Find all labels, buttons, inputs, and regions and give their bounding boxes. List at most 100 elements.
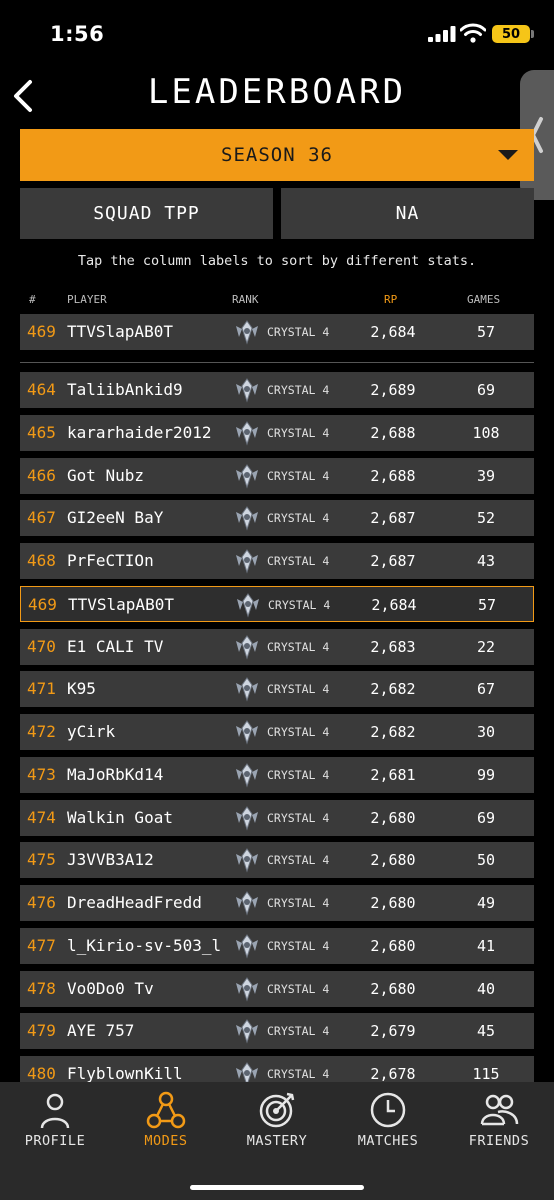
row-rank: CRYSTAL 4 (267, 896, 330, 910)
row-rank: CRYSTAL 4 (267, 768, 330, 782)
row-player-name: K95 (67, 679, 96, 698)
row-rank: CRYSTAL 4 (267, 554, 330, 568)
row-player-name: l_Kirio-sv-503_l (67, 936, 222, 955)
home-indicator (190, 1185, 364, 1190)
row-player-name: FlyblownKill (67, 1064, 183, 1083)
tab-friends[interactable]: FRIENDS (444, 1082, 554, 1162)
tab-mastery[interactable]: MASTERY (222, 1082, 332, 1162)
leaderboard-row[interactable]: 470 E1 CALI TV CRYSTAL 4 2,683 22 (20, 629, 534, 665)
row-rank: CRYSTAL 4 (267, 682, 330, 696)
row-games: 57 (476, 323, 496, 341)
leaderboard-row[interactable]: 477 l_Kirio-sv-503_l CRYSTAL 4 2,680 41 (20, 928, 534, 964)
leaderboard-row[interactable]: 466 Got Nubz CRYSTAL 4 2,688 39 (20, 458, 534, 494)
season-dropdown[interactable]: SEASON 36 (20, 129, 534, 181)
row-rp: 2,678 (370, 1065, 416, 1083)
row-number: 465 (27, 423, 56, 442)
row-rank: CRYSTAL 4 (267, 982, 330, 996)
crystal-rank-icon (236, 934, 258, 959)
crystal-rank-icon (236, 977, 258, 1002)
leaderboard-row[interactable]: 475 J3VVB3A12 CRYSTAL 4 2,680 50 (20, 842, 534, 878)
tab-label: MATCHES (357, 1133, 419, 1149)
row-rank: CRYSTAL 4 (267, 811, 330, 825)
leaderboard-row[interactable]: 471 K95 CRYSTAL 4 2,682 67 (20, 671, 534, 707)
column-header-games[interactable]: GAMES (467, 293, 500, 306)
battery-icon: 50 (492, 25, 530, 43)
row-games: 40 (476, 980, 496, 998)
row-rank: CRYSTAL 4 (267, 725, 330, 739)
status-bar: 1:56 50 (0, 0, 554, 70)
row-games: 30 (476, 723, 496, 741)
tab-profile[interactable]: PROFILE (0, 1082, 110, 1162)
tab-matches[interactable]: MATCHES (333, 1082, 443, 1162)
leaderboard-row[interactable]: 469 TTVSlapAB0T CRYSTAL 4 2,684 57 (20, 586, 534, 622)
leaderboard-row[interactable]: 464 TaliibAnkid9 CRYSTAL 4 2,689 69 (20, 372, 534, 408)
row-rank: CRYSTAL 4 (267, 511, 330, 525)
row-player-name: kararhaider2012 (67, 423, 212, 442)
row-number: 474 (27, 808, 56, 827)
row-player-name: Walkin Goat (67, 808, 173, 827)
row-rp: 2,679 (370, 1022, 416, 1040)
row-rank: CRYSTAL 4 (267, 640, 330, 654)
row-games: 69 (476, 381, 496, 399)
row-rank: CRYSTAL 4 (267, 469, 330, 483)
crystal-rank-icon (236, 763, 258, 788)
row-rp: 2,684 (370, 323, 416, 341)
row-number: 470 (27, 637, 56, 656)
leaderboard-row[interactable]: 478 Vo0Do0 Tv CRYSTAL 4 2,680 40 (20, 971, 534, 1007)
tab-modes[interactable]: MODES (111, 1082, 221, 1162)
crystal-rank-icon (237, 593, 259, 618)
column-header-player[interactable]: PLAYER (67, 293, 107, 306)
row-number: 476 (27, 893, 56, 912)
row-games: 108 (472, 424, 500, 442)
row-player-name: AYE 757 (67, 1021, 135, 1040)
leaderboard-row[interactable]: 467 GI2eeN BaY CRYSTAL 4 2,687 52 (20, 500, 534, 536)
row-number: 477 (27, 936, 56, 955)
row-player-name: TTVSlapAB0T (67, 322, 173, 341)
column-header-rp[interactable]: RP (384, 293, 397, 306)
leaderboard-row[interactable]: 479 AYE 757 CRYSTAL 4 2,679 45 (20, 1013, 534, 1049)
row-rp: 2,682 (370, 723, 416, 741)
row-rp: 2,684 (371, 596, 417, 614)
row-rp: 2,688 (370, 424, 416, 442)
cellular-signal-icon (428, 26, 456, 42)
row-rp: 2,687 (370, 509, 416, 527)
my-rank-row[interactable]: 469 TTVSlapAB0T CRYSTAL 4 2,684 57 (20, 314, 534, 350)
leaderboard-row[interactable]: 473 MaJoRbKd14 CRYSTAL 4 2,681 99 (20, 757, 534, 793)
row-number: 478 (27, 979, 56, 998)
row-games: 39 (476, 467, 496, 485)
leaderboard-row[interactable]: 465 kararhaider2012 CRYSTAL 4 2,688 108 (20, 415, 534, 451)
row-number: 471 (27, 679, 56, 698)
leaderboard-row[interactable]: 468 PrFeCTIOn CRYSTAL 4 2,687 43 (20, 543, 534, 579)
column-header-rank-number[interactable]: # (29, 293, 36, 306)
tab-bar: PROFILE MODES MASTERY MATCHES FRIENDS (0, 1082, 554, 1200)
leaderboard-row[interactable]: 474 Walkin Goat CRYSTAL 4 2,680 69 (20, 800, 534, 836)
leaderboard-row[interactable]: 476 DreadHeadFredd CRYSTAL 4 2,680 49 (20, 885, 534, 921)
region-button[interactable]: NA (281, 188, 534, 239)
leaderboard-row[interactable]: 472 yCirk CRYSTAL 4 2,682 30 (20, 714, 534, 750)
row-games: 49 (476, 894, 496, 912)
crystal-rank-icon (236, 421, 258, 446)
row-player-name: yCirk (67, 722, 116, 741)
row-player-name: TTVSlapAB0T (68, 595, 174, 614)
game-mode-button[interactable]: SQUAD TPP (20, 188, 273, 239)
row-rp: 2,683 (370, 638, 416, 656)
row-games: 99 (476, 766, 496, 784)
target-icon (259, 1092, 295, 1128)
row-player-name: J3VVB3A12 (67, 850, 154, 869)
row-rp: 2,680 (370, 894, 416, 912)
row-player-name: E1 CALI TV (67, 637, 164, 656)
row-rank: CRYSTAL 4 (267, 939, 330, 953)
row-rank: CRYSTAL 4 (267, 325, 330, 339)
crystal-rank-icon (236, 891, 258, 916)
row-player-name: Got Nubz (67, 466, 145, 485)
row-number: 468 (27, 551, 56, 570)
row-player-name: MaJoRbKd14 (67, 765, 164, 784)
wifi-icon (460, 23, 486, 43)
row-games: 45 (476, 1022, 496, 1040)
row-rp: 2,689 (370, 381, 416, 399)
column-header-rank[interactable]: RANK (232, 293, 259, 306)
season-label: SEASON 36 (221, 144, 333, 166)
row-player-name: Vo0Do0 Tv (67, 979, 154, 998)
crystal-rank-icon (236, 806, 258, 831)
modes-icon (146, 1091, 186, 1129)
